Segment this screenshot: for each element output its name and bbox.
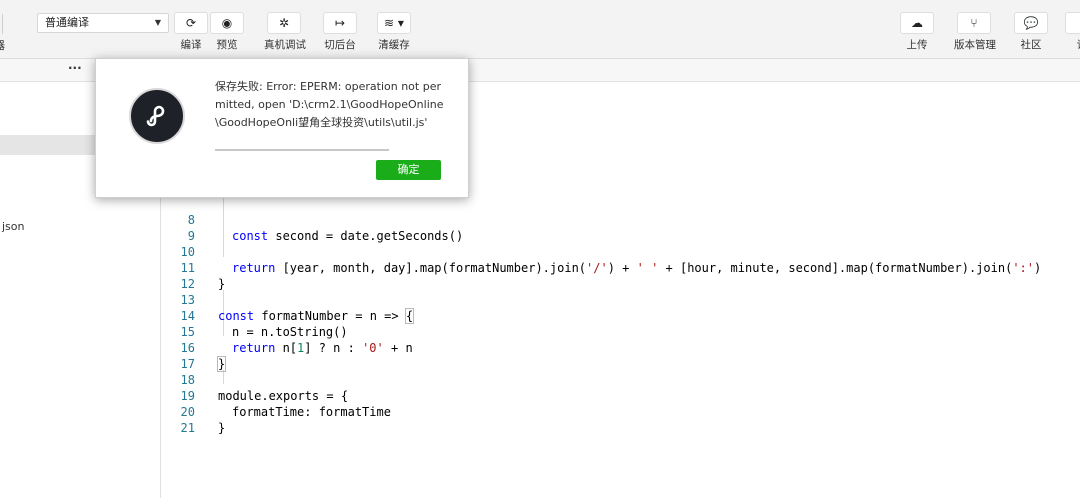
switch-background-label: 切后台 <box>324 39 356 51</box>
save-error-dialog: 保存失败: Error: EPERM: operation not permit… <box>95 58 469 198</box>
code-line: 16 } <box>161 324 227 372</box>
version-management-button[interactable]: ⑂ 版本管理 <box>954 12 996 52</box>
code-line: 21 <box>161 404 195 435</box>
code-text: const second = date.getSeconds() <box>232 229 464 243</box>
chevron-down-icon: ▼ <box>154 18 161 27</box>
code-text: } <box>218 421 226 435</box>
upload-button[interactable]: ☁ 上传 <box>897 12 937 52</box>
line-number: 21 <box>180 421 195 435</box>
details-button[interactable]: 详 <box>1062 12 1080 52</box>
code-text: module.exports = { <box>218 389 349 403</box>
community-label: 社区 <box>1020 39 1042 51</box>
preview-button[interactable]: ◉ 预览 <box>207 12 247 52</box>
remote-debug-button[interactable]: ✲ 真机调试 <box>264 12 306 52</box>
clear-cache-button[interactable]: ≋ ▾ 清缓存 <box>374 12 414 52</box>
toolbar-divider <box>0 14 3 34</box>
code-line: 8 const second = date.getSeconds() <box>161 196 463 243</box>
code-line: 18 module.exports = { <box>161 356 349 403</box>
more-icon[interactable]: ··· <box>68 61 82 75</box>
error-message: 保存失败: Error: EPERM: operation not permit… <box>215 80 444 129</box>
code-text: return [year, month, day].map(formatNumb… <box>232 261 1042 275</box>
code-line: 19 formatTime: formatTime <box>161 372 391 419</box>
code-line: 12 <box>161 260 195 291</box>
community-button[interactable]: 💬 社区 <box>1011 12 1051 52</box>
switch-background-button[interactable]: ↦ 切后台 <box>320 12 360 52</box>
layers-icon: ≋ ▾ <box>384 16 404 30</box>
dialog-divider <box>215 149 389 151</box>
eye-icon: ◉ <box>221 16 233 30</box>
cloud-upload-icon: ☁ <box>911 16 923 30</box>
code-text: return n[1] ? n : '0' + n <box>232 341 413 355</box>
code-line: 17 <box>161 340 195 371</box>
file-tree-item-json[interactable]: json <box>2 220 25 233</box>
miniprogram-logo-icon <box>129 88 185 144</box>
indent-guide <box>223 370 224 384</box>
code-line: 10 return [year, month, day].map(formatN… <box>161 228 1042 275</box>
toolbar-cut-label: 器 <box>0 37 5 53</box>
chat-icon: 💬 <box>1023 16 1039 30</box>
refresh-icon: ⟳ <box>185 16 197 30</box>
compile-mode-select[interactable]: 普通编译 ▼ <box>37 13 169 33</box>
code-line: 14 n = n.toString() <box>161 292 348 339</box>
code-text: formatTime: formatTime <box>232 405 391 419</box>
version-management-label: 版本管理 <box>954 39 996 51</box>
compile-mode-value: 普通编译 <box>45 16 89 29</box>
branch-icon: ⑂ <box>970 16 978 30</box>
code-text: n = n.toString() <box>232 325 348 339</box>
code-line: 11 } <box>161 244 226 291</box>
upload-label: 上传 <box>906 39 928 51</box>
switch-background-icon: ↦ <box>334 16 346 30</box>
indent-guide <box>223 194 224 257</box>
text-cursor <box>413 308 415 322</box>
preview-label: 预览 <box>216 39 238 51</box>
confirm-button[interactable]: 确定 <box>376 160 441 180</box>
clear-cache-label: 清缓存 <box>378 39 410 51</box>
code-line: 15 return n[1] ? n : '0' + n <box>161 308 413 355</box>
compile-button[interactable]: ⟳ 编译 <box>171 12 211 52</box>
code-text: const formatNumber = n => { <box>218 308 415 324</box>
code-line: 13 const formatNumber = n => { <box>161 276 415 324</box>
code-text: } <box>216 356 227 372</box>
main-toolbar: 器 普通编译 ▼ ⟳ 编译 ◉ 预览 ✲ 真机调试 ↦ 切后台 ≋ ▾ 清缓存 … <box>0 0 1080 59</box>
code-line: 20 } <box>161 388 226 435</box>
details-label: 详 <box>1062 37 1080 52</box>
compile-label: 编译 <box>180 39 202 51</box>
code-text: } <box>218 277 226 291</box>
code-line: 9 <box>161 212 195 243</box>
remote-debug-label: 真机调试 <box>264 39 306 51</box>
bug-icon: ✲ <box>278 16 290 30</box>
